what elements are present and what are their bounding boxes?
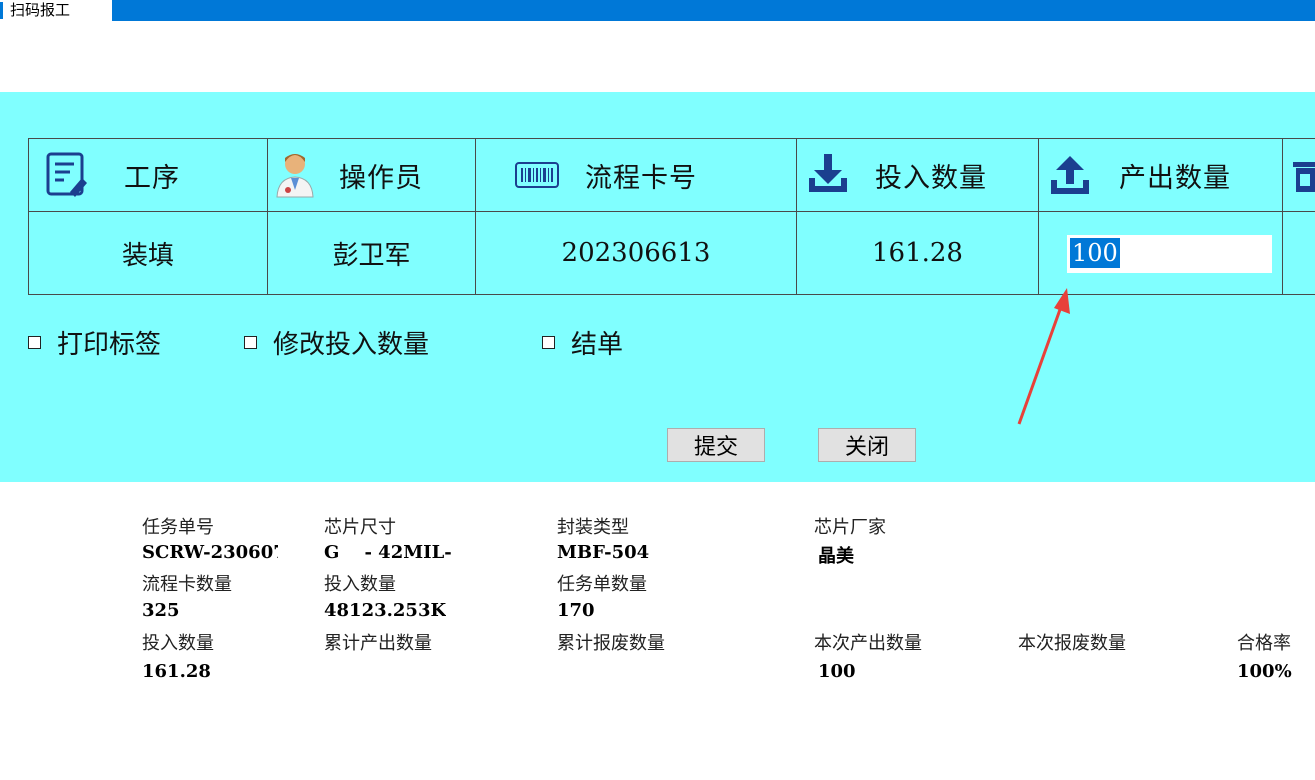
output-qty-input[interactable]: 100 xyxy=(1067,235,1272,273)
header-input-qty: 投入数量 xyxy=(875,162,987,194)
modify-input-checkbox[interactable]: 修改投入数量 xyxy=(244,324,429,361)
package-label: 封装类型 xyxy=(557,517,629,538)
window-title-bar: 扫码报工 xyxy=(0,0,1315,21)
input-total-value: 48123.253K xyxy=(324,600,447,621)
cur-output-value: 100 xyxy=(818,661,856,682)
header-process: 工序 xyxy=(124,162,180,194)
window-title: 扫码报工 xyxy=(10,1,71,19)
value-operator: 彭卫军 xyxy=(332,240,411,271)
task-qty-value: 170 xyxy=(557,600,595,621)
card-qty-value: 325 xyxy=(142,600,180,621)
input-value: 161.28 xyxy=(142,661,211,682)
task-no-value: SCRW-230607-( xyxy=(142,542,278,563)
annotation-arrow xyxy=(1017,288,1070,425)
input-total-label: 投入数量 xyxy=(324,574,396,595)
trash-icon xyxy=(1293,162,1315,192)
pass-rate-label: 合格率 xyxy=(1237,633,1291,654)
card-qty-label: 流程卡数量 xyxy=(142,574,232,595)
vendor-label: 芯片厂家 xyxy=(814,517,886,538)
form-edit-icon xyxy=(46,152,87,197)
chip-size-value: G - 42MIL- xyxy=(324,542,452,563)
close-button[interactable]: 关闭 xyxy=(818,428,916,462)
print-label-text: 打印标签 xyxy=(57,330,162,360)
header-operator: 操作员 xyxy=(339,162,423,194)
print-label-checkbox[interactable]: 打印标签 xyxy=(28,324,161,361)
value-input-qty: 161.28 xyxy=(872,238,963,268)
package-value: MBF-504 xyxy=(557,542,650,563)
modify-input-text: 修改投入数量 xyxy=(273,330,430,360)
download-icon xyxy=(809,154,847,192)
vendor-value: 晶美 xyxy=(818,546,854,567)
close-order-checkbox[interactable]: 结单 xyxy=(542,324,623,361)
cum-output-label: 累计产出数量 xyxy=(324,633,432,654)
submit-button[interactable]: 提交 xyxy=(667,428,765,462)
header-output-qty: 产出数量 xyxy=(1119,162,1231,194)
header-card-no: 流程卡号 xyxy=(585,162,697,194)
cum-scrap-label: 累计报废数量 xyxy=(557,633,665,654)
barcode-icon xyxy=(515,162,559,188)
chip-size-label: 芯片尺寸 xyxy=(324,517,396,538)
operator-avatar-icon xyxy=(276,154,314,198)
cur-output-label: 本次产出数量 xyxy=(814,633,922,654)
report-panel: 工序 操作员 流程卡号 投入数量 产出数量 装填 彭卫军 202306613 1… xyxy=(0,92,1315,482)
output-qty-selected-text: 100 xyxy=(1070,238,1120,268)
task-qty-label: 任务单数量 xyxy=(557,574,647,595)
window-tab[interactable]: 扫码报工 xyxy=(0,0,112,21)
pass-rate-value: 100% xyxy=(1237,661,1292,682)
value-card-no: 202306613 xyxy=(561,238,711,268)
upload-icon xyxy=(1051,156,1089,194)
value-process: 装填 xyxy=(121,240,174,271)
cur-scrap-label: 本次报废数量 xyxy=(1018,633,1126,654)
task-no-label: 任务单号 xyxy=(142,517,214,538)
input-label: 投入数量 xyxy=(142,633,214,654)
close-order-text: 结单 xyxy=(571,330,624,360)
